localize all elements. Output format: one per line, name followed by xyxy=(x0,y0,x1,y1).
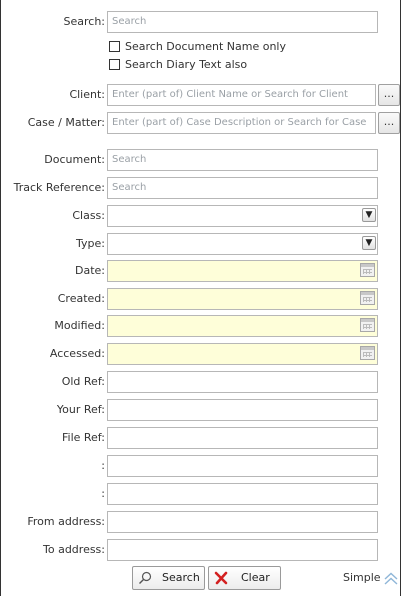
old-ref-label: Old Ref: xyxy=(61,375,105,388)
date-input[interactable] xyxy=(107,260,378,282)
accessed-calendar-icon[interactable] xyxy=(360,346,375,360)
case-input[interactable]: Enter (part of) Case Description or Sear… xyxy=(107,112,376,134)
file-ref-row: File Ref: xyxy=(0,427,403,449)
client-row: Client: Enter (part of) Client Name or S… xyxy=(0,84,403,106)
client-label: Client: xyxy=(69,88,105,101)
clear-button[interactable]: Clear xyxy=(208,566,281,590)
date-calendar-icon[interactable] xyxy=(360,263,375,277)
date-label: Date: xyxy=(75,264,105,277)
document-input[interactable]: Search xyxy=(107,149,378,171)
search-row: Search: Search xyxy=(0,11,403,33)
search-button[interactable]: Search xyxy=(132,566,205,590)
case-row: Case / Matter: Enter (part of) Case Desc… xyxy=(0,112,403,134)
accessed-label: Accessed: xyxy=(49,347,105,360)
class-label: Class: xyxy=(72,209,105,222)
from-address-input[interactable] xyxy=(107,511,378,533)
to-address-label: To address: xyxy=(43,543,105,556)
type-row: Type: ▼ xyxy=(0,233,403,255)
class-chevron-down-icon[interactable]: ▼ xyxy=(362,208,376,222)
file-ref-label: File Ref: xyxy=(61,431,105,444)
your-ref-input[interactable] xyxy=(107,399,378,421)
old-ref-row: Old Ref: xyxy=(0,371,403,393)
search-diary-text-label: Search Diary Text also xyxy=(125,58,248,71)
clear-button-label: Clear xyxy=(241,571,270,584)
custom-field-1-input[interactable] xyxy=(107,455,378,477)
simple-mode-label[interactable]: Simple xyxy=(343,570,381,586)
track-reference-label: Track Reference: xyxy=(13,181,105,194)
search-input[interactable]: Search xyxy=(107,11,378,33)
custom-field-1-row: : xyxy=(0,455,403,477)
track-reference-row: Track Reference: Search xyxy=(0,177,403,199)
document-row: Document: Search xyxy=(0,149,403,171)
search-label: Search: xyxy=(63,15,106,28)
created-input[interactable] xyxy=(107,288,378,310)
track-reference-input[interactable]: Search xyxy=(107,177,378,199)
clear-icon xyxy=(214,571,228,585)
your-ref-row: Your Ref: xyxy=(0,399,403,421)
modified-input[interactable] xyxy=(107,315,378,337)
modified-label: Modified: xyxy=(54,319,105,332)
modified-calendar-icon[interactable] xyxy=(360,318,375,332)
search-document-name-only-checkbox[interactable] xyxy=(109,41,120,52)
custom-field-2-row: : xyxy=(0,483,403,505)
search-button-label: Search xyxy=(162,571,200,584)
document-label: Document: xyxy=(44,153,105,166)
created-row: Created: xyxy=(0,288,403,310)
collapse-chevron-up-icon[interactable] xyxy=(383,570,399,586)
your-ref-label: Your Ref: xyxy=(56,403,105,416)
class-row: Class: ▼ xyxy=(0,205,403,227)
custom-field-2-label: : xyxy=(101,487,105,500)
from-address-row: From address: xyxy=(0,511,403,533)
type-chevron-down-icon[interactable]: ▼ xyxy=(362,236,376,250)
old-ref-input[interactable] xyxy=(107,371,378,393)
client-input[interactable]: Enter (part of) Client Name or Search fo… xyxy=(107,84,376,106)
client-browse-button[interactable]: ... xyxy=(378,84,400,106)
from-address-label: From address: xyxy=(27,515,105,528)
class-select[interactable] xyxy=(107,205,378,227)
modified-row: Modified: xyxy=(0,315,403,337)
file-ref-input[interactable] xyxy=(107,427,378,449)
search-icon xyxy=(139,571,152,584)
search-diary-text-checkbox[interactable] xyxy=(109,59,120,70)
search-document-name-only-option[interactable]: Search Document Name only xyxy=(109,39,389,55)
created-calendar-icon[interactable] xyxy=(360,291,375,305)
accessed-input[interactable] xyxy=(107,343,378,365)
to-address-input[interactable] xyxy=(107,539,378,561)
type-label: Type: xyxy=(76,237,105,250)
created-label: Created: xyxy=(57,292,105,305)
custom-field-1-label: : xyxy=(101,459,105,472)
accessed-row: Accessed: xyxy=(0,343,403,365)
search-diary-text-option[interactable]: Search Diary Text also xyxy=(109,57,389,73)
type-select[interactable] xyxy=(107,233,378,255)
case-browse-button[interactable]: ... xyxy=(378,112,400,134)
search-document-name-only-label: Search Document Name only xyxy=(125,40,286,53)
case-label: Case / Matter: xyxy=(27,116,105,129)
date-row: Date: xyxy=(0,260,403,282)
custom-field-2-input[interactable] xyxy=(107,483,378,505)
to-address-row: To address: xyxy=(0,539,403,561)
